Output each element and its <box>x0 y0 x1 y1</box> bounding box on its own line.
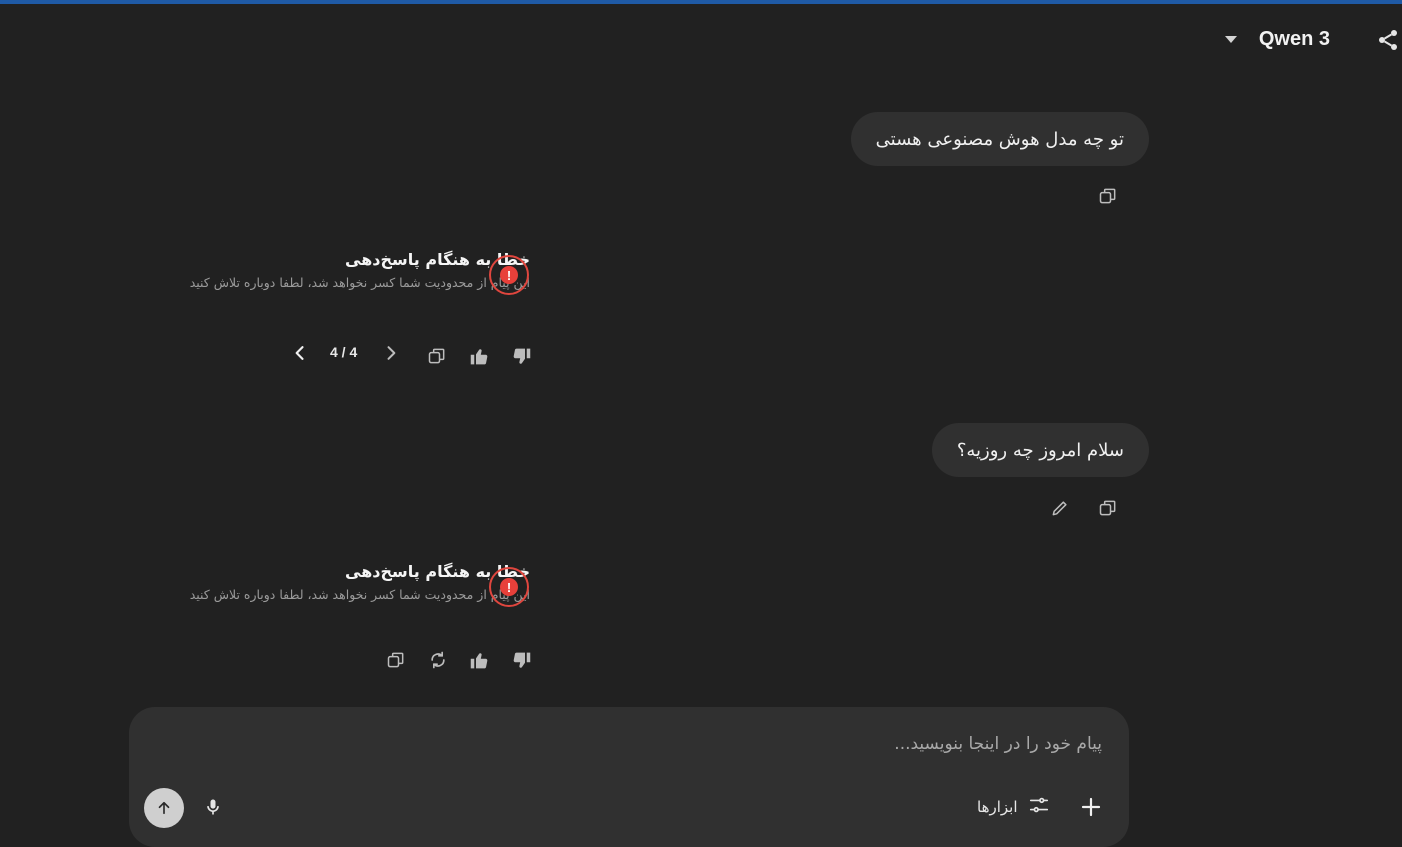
assistant-error-message: خطا به هنگام پاسخ‌دهی این پیام از محدودی… <box>110 561 530 605</box>
user-message-text: سلام امروز چه روزیه؟ <box>956 439 1124 461</box>
model-name: Qwen 3 <box>1258 27 1330 50</box>
regenerate-icon[interactable] <box>427 649 449 671</box>
previous-response-button[interactable] <box>289 342 311 364</box>
user-message-text: تو چه مدل هوش مصنوعی هستی <box>875 128 1124 150</box>
error-description: این پیام از محدودیت شما کسر نخواهد شد، ل… <box>189 587 530 602</box>
error-title: خطا به هنگام پاسخ‌دهی <box>345 250 530 269</box>
copy-icon[interactable] <box>1097 497 1119 519</box>
send-button[interactable] <box>144 788 184 828</box>
thumbs-up-icon[interactable] <box>468 649 490 671</box>
assistant-error-message: خطا به هنگام پاسخ‌دهی این پیام از محدودی… <box>110 249 530 293</box>
edit-icon[interactable] <box>1049 497 1071 519</box>
tools-label: ابزارها <box>977 798 1018 816</box>
error-icon: ! <box>489 255 529 295</box>
copy-icon[interactable] <box>385 649 407 671</box>
top-accent-bar <box>0 0 1402 4</box>
share-icon[interactable] <box>1376 28 1400 52</box>
user-message-bubble: تو چه مدل هوش مصنوعی هستی <box>850 112 1149 166</box>
microphone-icon[interactable] <box>203 796 223 822</box>
tools-icon <box>1028 794 1050 820</box>
response-pager: 4 / 4 <box>330 344 358 360</box>
model-selector[interactable]: Qwen 3 <box>1224 26 1330 52</box>
chevron-down-icon <box>1224 35 1237 43</box>
next-response-button[interactable] <box>380 342 402 364</box>
error-description: این پیام از محدودیت شما کسر نخواهد شد، ل… <box>189 275 530 290</box>
plus-icon[interactable] <box>1079 795 1103 819</box>
message-input[interactable] <box>400 733 1104 755</box>
error-title: خطا به هنگام پاسخ‌دهی <box>345 562 530 581</box>
thumbs-down-icon[interactable] <box>510 649 532 671</box>
thumbs-down-icon[interactable] <box>510 345 532 367</box>
copy-icon[interactable] <box>426 345 448 367</box>
message-composer: ابزارها <box>129 707 1129 847</box>
error-icon: ! <box>489 567 529 607</box>
copy-icon[interactable] <box>1097 185 1119 207</box>
thumbs-up-icon[interactable] <box>468 345 490 367</box>
user-message-bubble: سلام امروز چه روزیه؟ <box>931 423 1149 477</box>
tools-button[interactable]: ابزارها <box>977 794 1050 820</box>
